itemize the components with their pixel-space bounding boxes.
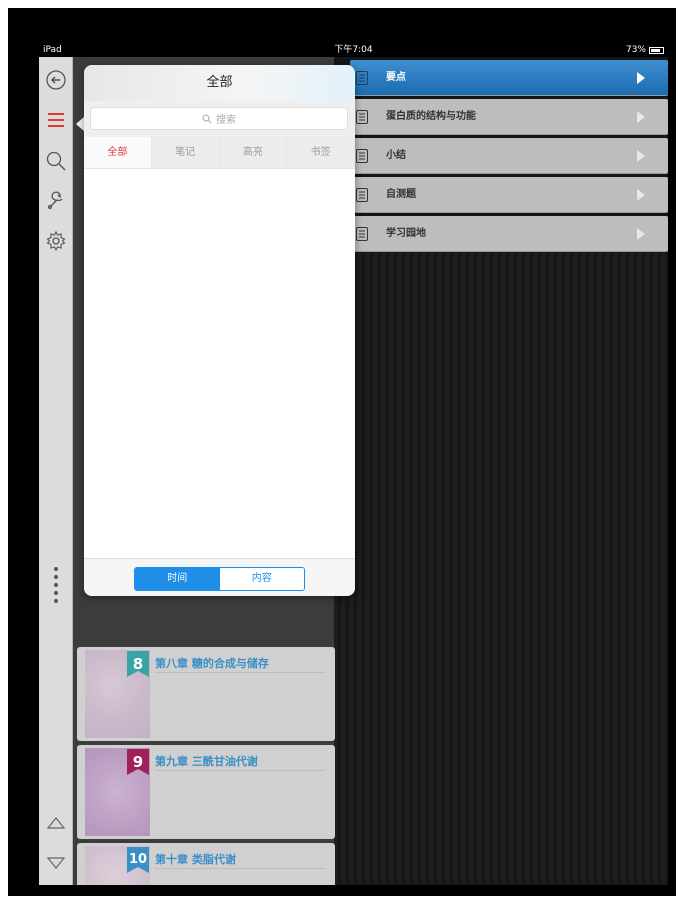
chapter-title: 第八章 糖的合成与储存 (155, 657, 269, 670)
gear-icon (46, 230, 66, 252)
chapter-card-9[interactable]: 9 第九章 三酰甘油代谢 (77, 745, 335, 839)
chapter-number: 10 (128, 852, 148, 867)
page-down-button[interactable] (43, 850, 69, 876)
sort-bar: 时间 内容 (84, 558, 355, 596)
tab-all[interactable]: 全部 (84, 137, 152, 168)
menu-item-label: 蛋白质的结构与功能 (386, 111, 476, 122)
back-circle-icon (46, 70, 66, 90)
sort-by-time[interactable]: 时间 (135, 568, 220, 590)
search-bar: 搜索 (84, 101, 355, 137)
popover-title: 全部 (84, 65, 355, 101)
annotations-popover: 全部 搜索 全部 笔记 高亮 书签 时间 内容 (84, 65, 355, 596)
battery-percent: 73% (625, 45, 646, 55)
annotation-list[interactable] (84, 169, 355, 558)
chevron-right-icon (637, 150, 645, 162)
tab-highlights[interactable]: 高亮 (219, 137, 288, 168)
chapter-title: 第十章 类脂代谢 (155, 853, 236, 866)
menu-button[interactable] (43, 107, 69, 133)
menu-item-label: 学习园地 (386, 228, 426, 239)
chapter-card-8[interactable]: 8 第八章 糖的合成与储存 (77, 647, 335, 741)
chevron-right-icon (637, 111, 645, 123)
divider (155, 770, 325, 771)
device-bezel: iPad 下午7:04 73% 8 第八章 糖的合成与储存 9 第九章 三酰甘油… (8, 8, 676, 896)
chapter-card-10[interactable]: 10 第十章 类脂代谢 (77, 843, 335, 885)
battery-icon (649, 47, 664, 54)
document-icon (356, 188, 368, 202)
tab-bookmarks[interactable]: 书签 (287, 137, 355, 168)
chevron-right-icon (637, 189, 645, 201)
search-placeholder: 搜索 (216, 115, 236, 126)
page-up-button[interactable] (43, 810, 69, 836)
search-input[interactable]: 搜索 (90, 107, 348, 130)
left-toolbar (39, 57, 73, 885)
content-background (334, 253, 668, 885)
divider (155, 672, 325, 673)
menu-item-label: 自测题 (386, 189, 416, 200)
divider (155, 868, 325, 869)
chapter-title: 第九章 三酰甘油代谢 (155, 755, 258, 768)
menu-item-protein-structure[interactable]: 蛋白质的结构与功能 (350, 99, 668, 135)
menu-item-label: 小结 (386, 150, 406, 161)
menu-item-key-points[interactable]: 要点 (350, 60, 668, 96)
sort-segmented-control: 时间 内容 (134, 567, 305, 591)
status-bar: iPad 下午7:04 73% (39, 43, 668, 57)
document-icon (356, 71, 368, 85)
search-icon (46, 151, 66, 171)
drag-dots-icon[interactable] (54, 567, 58, 607)
tools-button[interactable] (43, 188, 69, 214)
menu-item-summary[interactable]: 小结 (350, 138, 668, 174)
chapter-number: 9 (132, 753, 144, 771)
triangle-up-icon (46, 817, 66, 829)
menu-list-icon (48, 113, 64, 127)
menu-item-study-garden[interactable]: 学习园地 (350, 216, 668, 252)
menu-item-label: 要点 (386, 72, 406, 83)
tab-notes[interactable]: 笔记 (151, 137, 220, 168)
chapter-number: 8 (132, 655, 144, 673)
chevron-right-icon (637, 72, 645, 84)
triangle-down-icon (46, 857, 66, 869)
chevron-right-icon (637, 228, 645, 240)
status-time: 下午7:04 (334, 45, 373, 55)
back-button[interactable] (43, 67, 69, 93)
search-icon (202, 114, 212, 123)
document-icon (356, 149, 368, 163)
search-button[interactable] (43, 148, 69, 174)
ipad-screen: iPad 下午7:04 73% 8 第八章 糖的合成与储存 9 第九章 三酰甘油… (39, 43, 668, 885)
menu-item-self-test[interactable]: 自测题 (350, 177, 668, 213)
wrench-icon (47, 191, 63, 210)
settings-button[interactable] (43, 228, 69, 254)
document-icon (356, 227, 368, 241)
document-icon (356, 110, 368, 124)
sort-by-content[interactable]: 内容 (219, 568, 304, 590)
filter-tabs: 全部 笔记 高亮 书签 (84, 137, 355, 169)
